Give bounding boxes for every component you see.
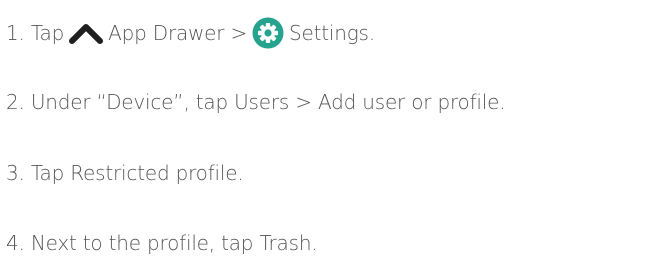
step-4: 4. Next to the profile, tap Trash. [6,228,318,258]
step-1: 1. Tap App Drawer > Settings. [6,17,375,49]
step-2-text: 2. Under “Device”, tap Users > Add user … [6,90,506,114]
settings-gear-icon [252,17,284,49]
step-2: 2. Under “Device”, tap Users > Add user … [6,87,506,117]
step-1-suffix: Settings. [289,21,375,45]
step-1-prefix: 1. Tap [6,21,65,45]
step-4-text: 4. Next to the profile, tap Trash. [6,231,318,255]
step-3-text: 3. Tap Restricted profile. [6,161,244,185]
step-3: 3. Tap Restricted profile. [6,158,244,188]
step-1-middle: App Drawer > [108,21,248,45]
chevron-up-icon [69,22,104,44]
